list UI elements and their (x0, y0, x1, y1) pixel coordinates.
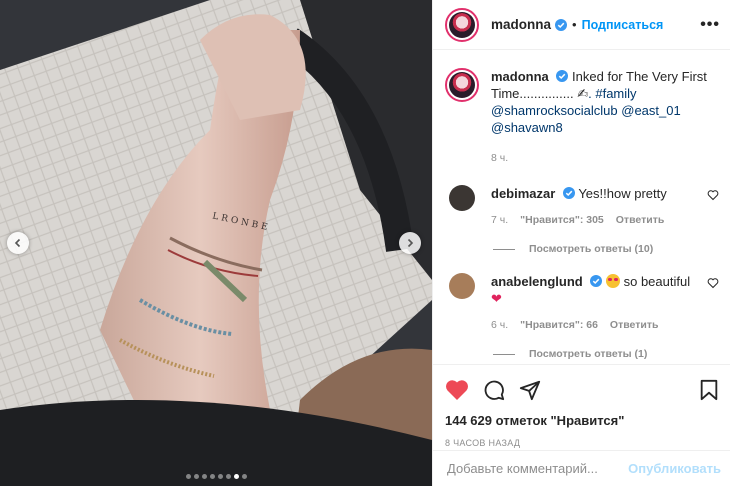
carousel-dot (233, 474, 239, 479)
verified-badge-icon (556, 70, 569, 82)
avatar[interactable] (449, 273, 475, 299)
carousel-dot (225, 474, 231, 479)
comment-likes[interactable]: "Нравится": 66 (520, 317, 598, 334)
heart-icon[interactable] (707, 277, 719, 289)
view-replies-label: Посмотреть ответы (1) (529, 348, 648, 360)
view-replies-button[interactable]: Посмотреть ответы (10) (493, 243, 719, 255)
comment-username[interactable]: anabelenglund (491, 274, 583, 289)
hashtag-link[interactable]: . #family (588, 86, 636, 101)
follow-button[interactable]: Подписаться (582, 18, 664, 32)
post-caption: madonna Inked for The Very First Time...… (445, 52, 719, 167)
carousel-dot (201, 474, 207, 479)
add-comment-bar: Опубликовать (433, 450, 730, 486)
post-actions: 144 629 отметок "Нравится" 8 ЧАСОВ НАЗАД (433, 364, 730, 448)
avatar[interactable] (449, 185, 475, 211)
reply-button[interactable]: Ответить (616, 212, 665, 229)
verified-badge-icon (590, 275, 603, 287)
verified-badge-icon (562, 187, 575, 199)
carousel-next-button[interactable] (399, 232, 421, 254)
reply-button[interactable]: Ответить (610, 317, 659, 334)
comment-username[interactable]: debimazar (491, 186, 555, 201)
comment-icon[interactable] (483, 379, 505, 401)
carousel-dot (217, 474, 223, 479)
heart-emoji-icon: ❤ (491, 291, 502, 306)
verified-badge-icon (555, 18, 568, 31)
author-username[interactable]: madonna (491, 17, 551, 32)
chevron-left-icon (14, 238, 21, 248)
heart-icon[interactable] (707, 189, 719, 201)
share-icon[interactable] (519, 379, 541, 401)
post-time: 8 ЧАСОВ НАЗАД (445, 438, 521, 448)
post-side-panel: madonna • Подписаться ••• madonna Inked … (432, 0, 730, 486)
separator-dot: • (572, 17, 577, 32)
publish-button[interactable]: Опубликовать (628, 461, 721, 476)
tattoo-wrist-image: LRONBE (0, 0, 432, 486)
comment-age: 7 ч. (491, 214, 509, 226)
writing-hand-emoji-icon: ✍ (577, 86, 589, 101)
comment-text: Yes!!how pretty (578, 186, 667, 201)
bookmark-icon[interactable] (699, 379, 719, 401)
caption-age: 8 ч. (491, 152, 509, 164)
carousel-dot (241, 474, 247, 479)
carousel-dot (209, 474, 215, 479)
chevron-right-icon (407, 238, 414, 248)
comment-text: so beautiful (623, 274, 691, 289)
comments-list[interactable]: madonna Inked for The Very First Time...… (433, 52, 730, 360)
view-replies-button[interactable]: Посмотреть ответы (1) (493, 348, 719, 360)
mentions-links[interactable]: @shamrocksocialclub @east_01 @shavawn8 (491, 103, 681, 135)
post-photo[interactable]: LRONBE (0, 0, 432, 486)
like-heart-icon[interactable] (445, 379, 469, 401)
caption-username[interactable]: madonna (491, 69, 549, 84)
comment-likes[interactable]: "Нравится": 305 (520, 212, 604, 229)
avatar[interactable] (445, 68, 479, 102)
comment-item: debimazar Yes!!how pretty 7 ч. "Нравится… (445, 185, 719, 229)
more-options-icon[interactable]: ••• (700, 16, 720, 34)
comment-item: anabelenglund so beautiful ❤ 6 ч. "Нрави… (445, 273, 719, 334)
carousel-indicator (0, 474, 432, 479)
avatar[interactable] (445, 7, 479, 42)
likes-count[interactable]: 144 629 отметок "Нравится" (445, 413, 719, 428)
comment-age: 6 ч. (491, 319, 509, 331)
view-replies-label: Посмотреть ответы (10) (529, 243, 654, 255)
heart-eyes-emoji-icon (605, 274, 620, 288)
carousel-dot (193, 474, 199, 479)
comment-input[interactable] (447, 461, 629, 476)
carousel-prev-button[interactable] (7, 232, 29, 254)
post-header: madonna • Подписаться ••• (433, 0, 730, 50)
carousel-dot (185, 474, 191, 479)
